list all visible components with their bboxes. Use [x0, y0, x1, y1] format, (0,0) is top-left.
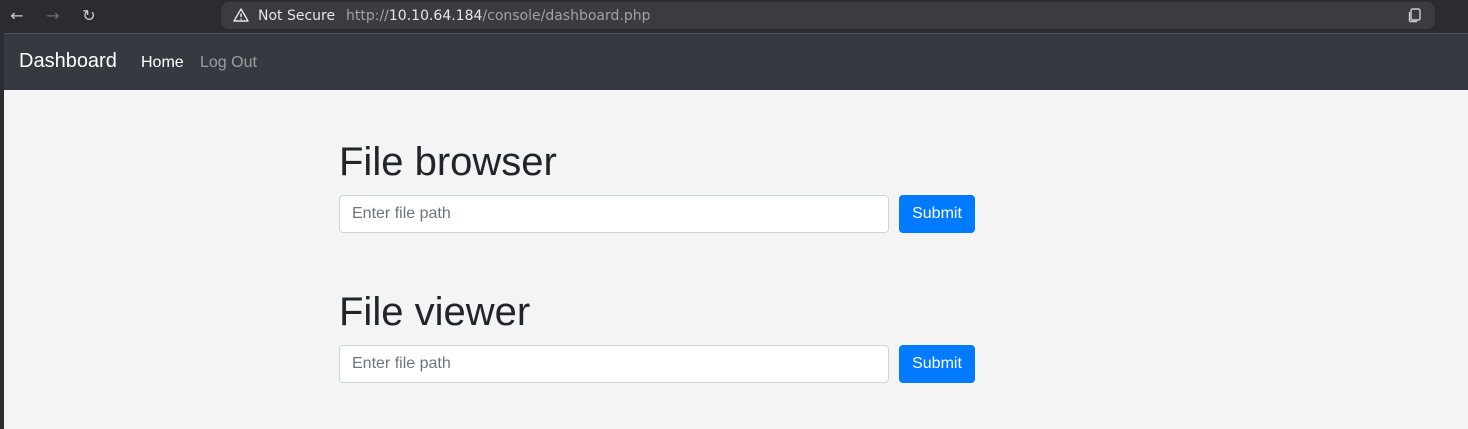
nav-link-home[interactable]: Home [141, 54, 184, 72]
file-viewer-section: File viewer Submit [339, 288, 979, 383]
navbar-brand[interactable]: Dashboard [19, 50, 117, 73]
file-browser-path-input[interactable] [339, 195, 889, 233]
url-path: /console/dashboard.php [482, 8, 651, 24]
warning-icon[interactable] [233, 6, 249, 24]
reload-button[interactable]: ↻ [77, 5, 101, 27]
file-browser-section: File browser Submit [339, 138, 979, 233]
back-button[interactable]: ← [5, 5, 29, 27]
file-browser-submit-button[interactable]: Submit [899, 195, 975, 233]
file-viewer-path-input[interactable] [339, 345, 889, 383]
forward-button[interactable]: → [41, 5, 65, 27]
address-bar[interactable]: Not Secure http://10.10.64.184/console/d… [221, 2, 1435, 29]
file-viewer-title: File viewer [339, 290, 531, 334]
security-indicator[interactable]: Not Secure [258, 8, 335, 24]
nav-link-logout[interactable]: Log Out [200, 54, 257, 72]
tab-copy-icon[interactable] [1407, 7, 1423, 23]
window-edge [0, 33, 4, 429]
url-scheme: http:// [346, 8, 389, 24]
browser-toolbar: ← → ↻ Not Secure http://10.10.64.184/con… [0, 0, 1468, 33]
file-browser-title: File browser [339, 140, 557, 184]
file-viewer-submit-button[interactable]: Submit [899, 345, 975, 383]
url-text[interactable]: http://10.10.64.184/console/dashboard.ph… [346, 8, 651, 24]
top-navbar: Dashboard Home Log Out [4, 33, 1468, 90]
url-host: 10.10.64.184 [388, 8, 483, 24]
